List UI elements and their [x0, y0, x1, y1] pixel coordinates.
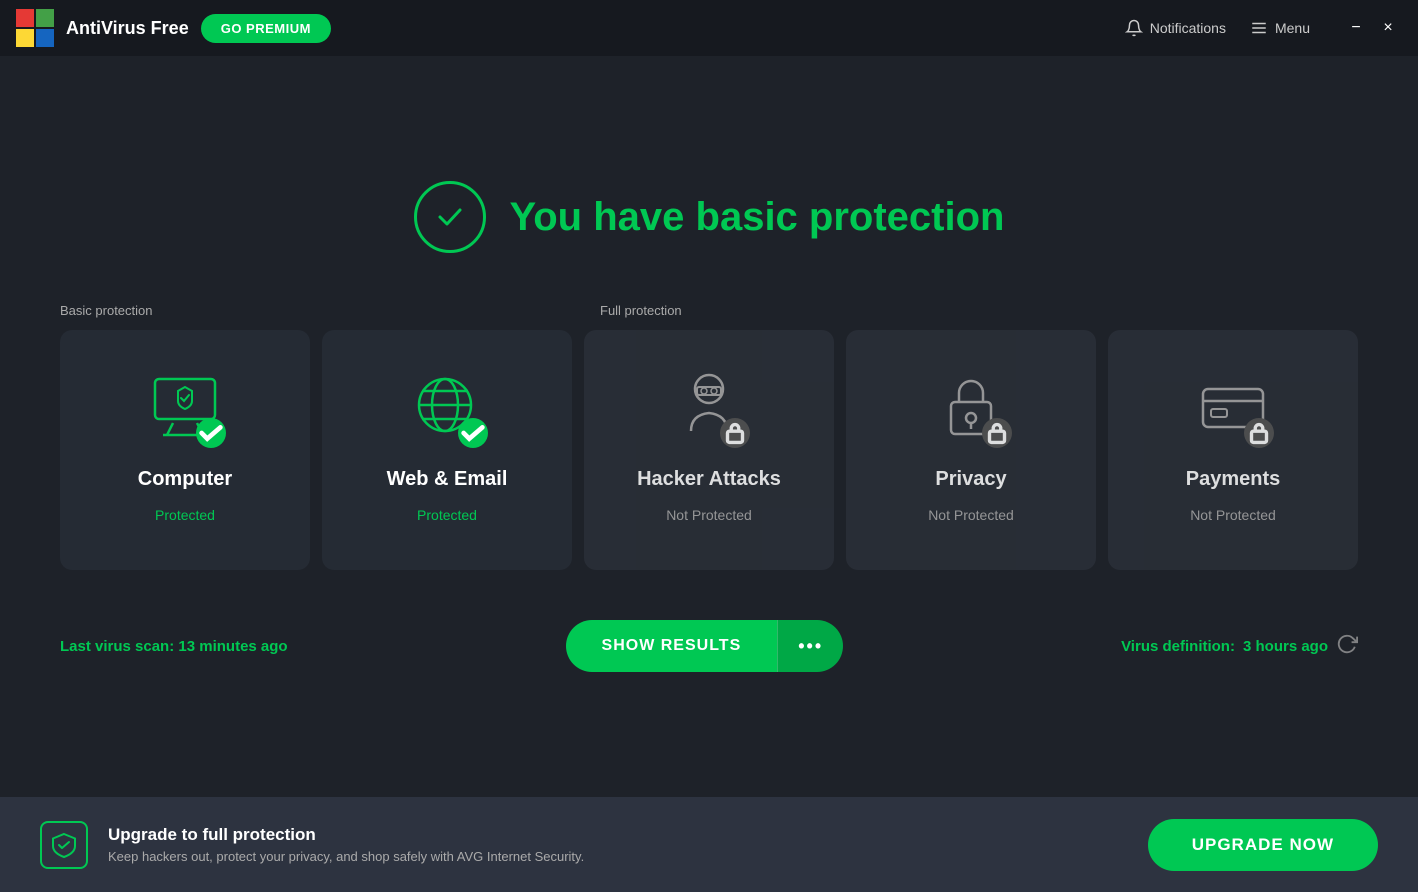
computer-badge: [196, 418, 226, 448]
computer-check-icon: [196, 393, 226, 473]
payments-card-status: Not Protected: [1190, 507, 1276, 523]
menu-button[interactable]: Menu: [1250, 19, 1310, 37]
close-button[interactable]: ×: [1374, 14, 1402, 42]
menu-label: Menu: [1275, 20, 1310, 36]
titlebar: AntiVirus Free GO PREMIUM Notifications …: [0, 0, 1418, 56]
card-payments[interactable]: Payments Not Protected: [1108, 330, 1358, 570]
checkmark-icon: [432, 199, 468, 235]
window-controls: − ×: [1342, 14, 1402, 42]
web-badge: [458, 418, 488, 448]
avg-logo: [16, 9, 54, 47]
footer-subtitle: Keep hackers out, protect your privacy, …: [108, 849, 584, 864]
refresh-icon[interactable]: [1336, 633, 1358, 659]
footer-text: Upgrade to full protection Keep hackers …: [108, 825, 584, 864]
web-card-name: Web & Email: [387, 468, 508, 491]
web-check-icon: [458, 393, 488, 473]
card-web-email[interactable]: Web & Email Protected: [322, 330, 572, 570]
app-title: AntiVirus Free: [66, 18, 189, 39]
card-privacy[interactable]: Privacy Not Protected: [846, 330, 1096, 570]
bell-icon: [1125, 19, 1143, 37]
web-card-status: Protected: [417, 507, 477, 523]
notifications-button[interactable]: Notifications: [1125, 19, 1226, 37]
footer-shield-icon: [40, 821, 88, 869]
scan-actions: SHOW RESULTS •••: [566, 620, 844, 672]
hacker-icon-container: [664, 362, 754, 452]
titlebar-right: Notifications Menu − ×: [1125, 14, 1402, 42]
minimize-button[interactable]: −: [1342, 14, 1370, 42]
payments-icon-container: [1188, 362, 1278, 452]
virus-prefix: Virus definition:: [1121, 638, 1235, 655]
status-highlight: basic protection: [696, 195, 1005, 239]
full-protection-label: Full protection: [600, 303, 1358, 318]
payments-lock-icon: [1244, 393, 1274, 473]
scan-info: Last virus scan: 13 minutes ago: [60, 638, 288, 655]
privacy-card-status: Not Protected: [928, 507, 1014, 523]
main-content: You have basic protection Basic protecti…: [0, 56, 1418, 797]
status-circle: [414, 181, 486, 253]
scan-prefix: Last virus scan:: [60, 638, 178, 655]
bottom-bar: Last virus scan: 13 minutes ago SHOW RES…: [60, 620, 1358, 672]
status-prefix: You have: [510, 195, 696, 239]
basic-protection-label: Basic protection: [60, 303, 600, 318]
show-results-button[interactable]: SHOW RESULTS: [566, 620, 778, 672]
footer-banner: Upgrade to full protection Keep hackers …: [0, 797, 1418, 892]
web-icon-container: [402, 362, 492, 452]
refresh-svg: [1336, 633, 1358, 655]
hacker-card-name: Hacker Attacks: [637, 468, 781, 491]
card-computer[interactable]: Computer Protected: [60, 330, 310, 570]
privacy-icon-container: [926, 362, 1016, 452]
lock-icon: [720, 393, 750, 473]
go-premium-button[interactable]: GO PREMIUM: [201, 14, 331, 43]
menu-icon: [1250, 19, 1268, 37]
hacker-card-status: Not Protected: [666, 507, 752, 523]
footer-left: Upgrade to full protection Keep hackers …: [40, 821, 584, 869]
computer-icon-container: [140, 362, 230, 452]
scan-time: 13 minutes ago: [178, 638, 287, 655]
more-button[interactable]: •••: [777, 620, 843, 672]
privacy-lock-icon: [982, 393, 1012, 473]
status-text: You have basic protection: [510, 195, 1005, 240]
status-header: You have basic protection: [414, 181, 1005, 253]
privacy-badge: [982, 418, 1012, 448]
notifications-label: Notifications: [1150, 20, 1226, 36]
computer-card-status: Protected: [155, 507, 215, 523]
cards-section: Basic protection Full protection: [60, 303, 1358, 570]
card-hacker-attacks[interactable]: Hacker Attacks Not Protected: [584, 330, 834, 570]
footer-title: Upgrade to full protection: [108, 825, 584, 845]
shield-icon: [50, 831, 78, 859]
virus-definition: Virus definition: 3 hours ago: [1121, 633, 1358, 659]
payments-badge: [1244, 418, 1274, 448]
cards-labels: Basic protection Full protection: [60, 303, 1358, 318]
virus-time: 3 hours ago: [1243, 638, 1328, 655]
hacker-badge: [720, 418, 750, 448]
upgrade-now-button[interactable]: UPGRADE NOW: [1148, 819, 1378, 871]
titlebar-left: AntiVirus Free GO PREMIUM: [16, 9, 331, 47]
cards-row: Computer Protected: [60, 330, 1358, 570]
